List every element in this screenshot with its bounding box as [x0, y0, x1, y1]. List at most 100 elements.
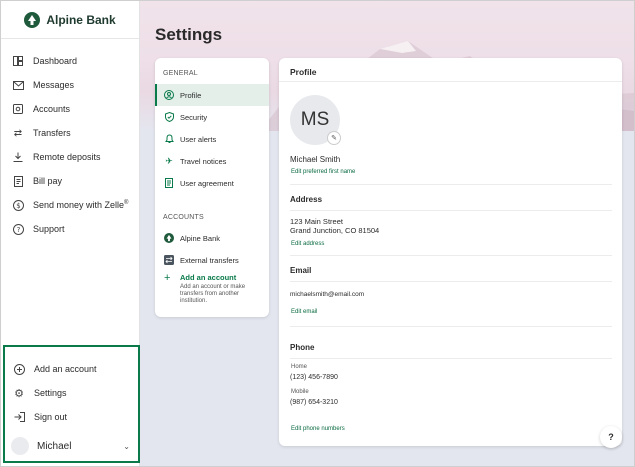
- address-line-1: 123 Main Street: [290, 217, 343, 226]
- bottom-label: Settings: [34, 388, 67, 398]
- transfer-arrows-icon: ⇄: [13, 127, 23, 139]
- user-menu[interactable]: Michael ⌄: [5, 433, 138, 459]
- profile-name: Michael Smith: [290, 155, 341, 164]
- accounts-icon: [12, 103, 24, 115]
- nav-dashboard[interactable]: Dashboard: [1, 49, 139, 73]
- shield-icon: [164, 112, 174, 122]
- svg-text:$: $: [16, 202, 20, 210]
- settings-item-user-alerts[interactable]: User alerts: [155, 128, 269, 150]
- add-account-link[interactable]: Add an account: [5, 357, 138, 381]
- mobile-phone-label: Mobile: [291, 389, 309, 395]
- email-heading: Email: [290, 266, 312, 275]
- settings-item-label: User alerts: [180, 134, 217, 144]
- gear-icon: ⚙: [14, 387, 24, 400]
- profile-card: Profile MS ✎ Michael Smith Edit preferre…: [279, 58, 622, 446]
- mail-icon: [12, 79, 24, 91]
- settings-nav-card: GENERAL Profile Security User alerts ✈ T…: [155, 58, 269, 317]
- mobile-phone-number: (987) 654-3210: [290, 399, 338, 406]
- sign-out-link[interactable]: Sign out: [5, 405, 138, 429]
- nav-bill-pay[interactable]: Bill pay: [1, 169, 139, 193]
- download-icon: [12, 151, 24, 163]
- transfer-icon: [164, 255, 174, 265]
- bottom-label: Add an account: [34, 364, 97, 374]
- nav-label: Messages: [33, 80, 75, 90]
- home-phone-label: Home: [291, 364, 308, 370]
- page-title: Settings: [155, 25, 223, 44]
- divider: [290, 210, 612, 211]
- edit-address-link[interactable]: Edit address: [291, 241, 324, 247]
- profile-title: Profile: [279, 58, 622, 82]
- nav-label: Dashboard: [33, 56, 78, 66]
- settings-item-label: Security: [180, 112, 208, 122]
- logo[interactable]: Alpine Bank: [1, 1, 139, 39]
- divider: [290, 326, 612, 327]
- settings-link[interactable]: ⚙ Settings: [5, 381, 138, 405]
- nav-accounts[interactable]: Accounts: [1, 97, 139, 121]
- divider: [290, 255, 612, 256]
- plus-circle-icon: [13, 363, 25, 375]
- nav-label: Transfers: [33, 128, 71, 138]
- nav-label: Bill pay: [33, 176, 63, 186]
- settings-item-travel-notices[interactable]: ✈ Travel notices: [155, 150, 269, 172]
- bell-icon: [164, 134, 174, 144]
- nav-label: Support: [33, 224, 65, 234]
- settings-item-label: Travel notices: [180, 156, 227, 166]
- settings-item-label: External transfers: [180, 255, 239, 265]
- settings-item-label: User agreement: [180, 178, 234, 188]
- nav-messages[interactable]: Messages: [1, 73, 139, 97]
- edit-phone-numbers-link[interactable]: Edit phone numbers: [291, 426, 345, 432]
- user-circle-icon: [164, 90, 174, 100]
- phone-heading: Phone: [290, 343, 315, 352]
- settings-item-alpine-bank[interactable]: Alpine Bank: [155, 227, 269, 249]
- home-phone-number: (123) 456-7890: [290, 374, 338, 381]
- divider: [290, 184, 612, 185]
- settings-item-label: Profile: [180, 90, 202, 100]
- bill-icon: [12, 175, 24, 187]
- chevron-down-icon: ⌄: [123, 441, 130, 451]
- nav-remote-deposits[interactable]: Remote deposits: [1, 145, 139, 169]
- divider: [290, 358, 612, 359]
- add-account-description: Add an account or make transfers from an…: [180, 284, 246, 304]
- sidebar-bottom-section: Add an account ⚙ Settings Sign out Micha…: [3, 345, 140, 463]
- add-account-title: Add an account: [180, 273, 237, 282]
- edit-email-link[interactable]: Edit email: [291, 309, 317, 315]
- nav-label: Remote deposits: [33, 152, 101, 162]
- nav-label: Send money with Zelle®: [33, 200, 129, 210]
- avatar-initials: MS: [300, 109, 330, 130]
- divider: [290, 281, 612, 282]
- user-name: Michael: [37, 440, 72, 452]
- edit-first-name-link[interactable]: Edit preferred first name: [291, 169, 355, 175]
- address-heading: Address: [290, 195, 323, 204]
- brand-name: Alpine Bank: [46, 12, 116, 27]
- nav-support[interactable]: ? Support: [1, 217, 139, 241]
- settings-item-label: Alpine Bank: [180, 233, 221, 243]
- alpine-logo-icon: [164, 233, 174, 243]
- accounts-section-label: ACCOUNTS: [163, 214, 204, 221]
- email-value: michaelsmith@email.com: [290, 291, 365, 298]
- svg-text:?: ?: [16, 226, 20, 234]
- nav-label: Accounts: [33, 104, 71, 114]
- dollar-circle-icon: $: [12, 199, 24, 211]
- general-section-label: GENERAL: [163, 70, 198, 77]
- bottom-label: Sign out: [34, 412, 68, 422]
- settings-item-external-transfers[interactable]: External transfers: [155, 249, 269, 271]
- nav-zelle[interactable]: $ Send money with Zelle®: [1, 193, 139, 217]
- avatar: [11, 437, 29, 455]
- sign-out-icon: [13, 411, 25, 423]
- pencil-icon[interactable]: ✎: [327, 131, 341, 145]
- add-account-action[interactable]: + Add an account Add an account or make …: [155, 271, 269, 305]
- main-content: Settings GENERAL Profile Security User a…: [140, 1, 634, 466]
- document-icon: [164, 178, 174, 188]
- help-button[interactable]: ?: [600, 426, 622, 448]
- nav-transfers[interactable]: ⇄ Transfers: [1, 121, 139, 145]
- alpine-logo-icon: [24, 11, 41, 28]
- settings-item-profile[interactable]: Profile: [155, 84, 269, 106]
- help-circle-icon: ?: [12, 223, 24, 235]
- settings-item-security[interactable]: Security: [155, 106, 269, 128]
- plus-icon: +: [164, 272, 171, 284]
- address-line-2: Grand Junction, CO 81504: [290, 226, 380, 235]
- plane-icon: ✈: [165, 155, 173, 166]
- dashboard-icon: [12, 55, 24, 67]
- main-nav: Dashboard Messages Accounts ⇄ Transfers …: [1, 39, 139, 241]
- settings-item-user-agreement[interactable]: User agreement: [155, 172, 269, 194]
